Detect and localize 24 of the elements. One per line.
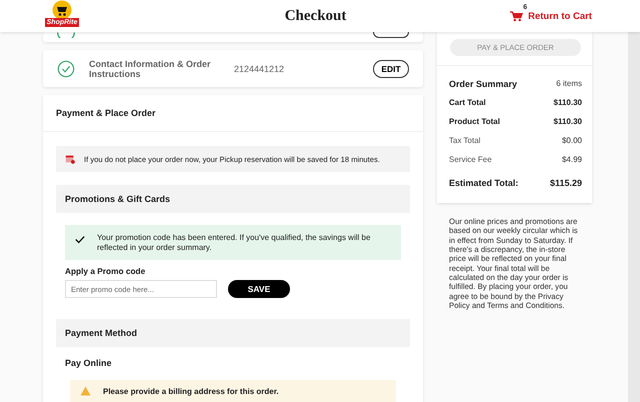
summary-label: Tax Total (449, 136, 480, 145)
summary-title: Order Summary (449, 78, 518, 88)
summary-value: $110.30 (554, 117, 582, 126)
summary-value: $110.30 (554, 98, 582, 107)
step-label: Contact Information & Order Instructions (89, 58, 212, 78)
payment-method-header: Payment Method (56, 319, 410, 348)
summary-label: Product Total (449, 117, 500, 126)
step-value: 2124441212 (234, 64, 286, 74)
payment-option: Pay Online (56, 347, 410, 380)
page-title: Checkout (284, 8, 346, 24)
success-text: Your promotion code has been entered. If you've qualified, the savings will be reflected in your order summary. (97, 233, 372, 252)
section-title: Payment & Place Order (43, 95, 423, 132)
total-value: $115.29 (550, 178, 582, 188)
summary-value: $0.00 (562, 136, 582, 145)
promotions-header: Promotions & Gift Cards (56, 185, 410, 213)
total-label: Estimated Total: (449, 178, 518, 188)
save-button[interactable]: SAVE (228, 280, 290, 298)
field-label: Apply a Promo code (65, 266, 146, 276)
item-count: 6 items (556, 79, 582, 88)
summary-value: $4.99 (562, 155, 582, 164)
edit-button[interactable]: EDIT (373, 60, 409, 78)
summary-label: Cart Total (449, 98, 486, 107)
warning-text: Please provide a billing address for this order. (103, 386, 279, 396)
summary-label: Service Fee (449, 155, 492, 164)
